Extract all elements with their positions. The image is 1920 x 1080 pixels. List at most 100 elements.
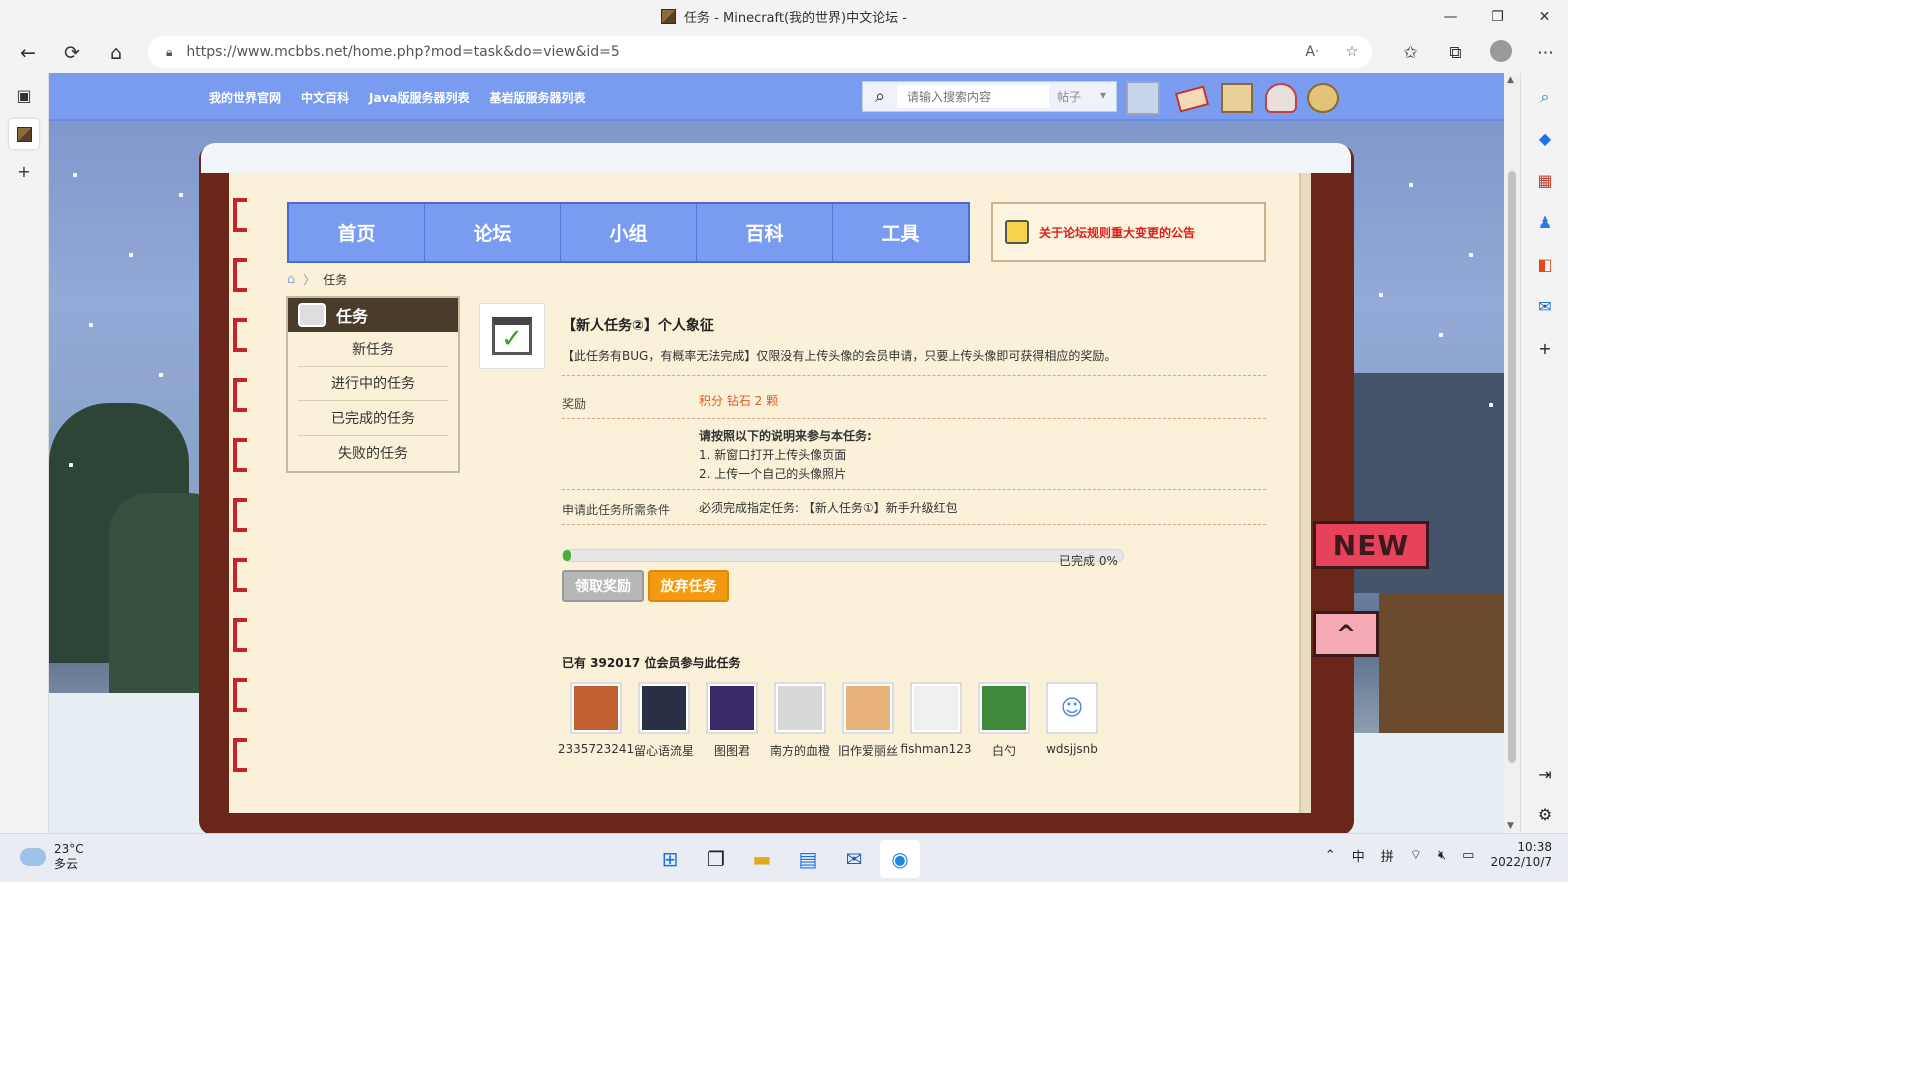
- volume-muted-icon[interactable]: 🔇︎: [1438, 848, 1446, 863]
- task-view-icon[interactable]: ❐: [696, 840, 736, 878]
- edge-browser-icon[interactable]: ◉: [880, 840, 920, 878]
- back-button[interactable]: ←: [6, 35, 50, 71]
- search-input[interactable]: [897, 85, 1049, 108]
- menu-item-failed[interactable]: 失败的任务: [298, 436, 448, 471]
- more-menu-icon[interactable]: ⋯: [1523, 43, 1568, 63]
- instruction-step-1[interactable]: 1. 新窗口打开上传头像页面: [699, 446, 872, 465]
- search-sidebar-icon[interactable]: ⌕: [1521, 79, 1569, 115]
- new-ribbon-button[interactable]: NEW: [1313, 521, 1429, 569]
- active-tab-icon[interactable]: [9, 119, 39, 149]
- member-item[interactable]: 留心语流星: [630, 682, 698, 759]
- avatar[interactable]: [706, 682, 758, 734]
- home-icon[interactable]: ⌂: [287, 272, 295, 287]
- member-list: 2335723241 留心语流星 图图君 南方的血橙 旧作爱丽丝 fishman…: [558, 682, 1106, 759]
- back-to-top-button[interactable]: ^: [1313, 611, 1379, 657]
- link-wiki[interactable]: 中文百科: [301, 89, 349, 106]
- search-icon[interactable]: ⌕: [863, 86, 897, 107]
- announcement-link[interactable]: 关于论坛规则重大变更的公告: [1039, 224, 1195, 241]
- favorites-icon[interactable]: ✩: [1388, 43, 1433, 63]
- close-button[interactable]: ✕: [1521, 0, 1568, 33]
- member-name[interactable]: 南方的血橙: [770, 742, 830, 759]
- tab-forum[interactable]: 论坛: [425, 204, 561, 261]
- battery-icon[interactable]: ▭: [1462, 848, 1474, 863]
- member-name[interactable]: 留心语流星: [634, 742, 694, 759]
- refresh-button[interactable]: ⟳: [50, 35, 94, 71]
- abandon-task-button[interactable]: 放弃任务: [648, 570, 729, 602]
- claim-reward-button[interactable]: 领取奖励: [562, 570, 644, 602]
- avatar-image: [778, 686, 822, 730]
- scrollbar-thumb[interactable]: [1508, 171, 1516, 763]
- gift-box-icon[interactable]: [1221, 83, 1253, 113]
- start-menu-icon[interactable]: ⊞: [650, 840, 690, 878]
- scroll-down-arrow-icon[interactable]: ▼: [1507, 821, 1514, 831]
- new-tab-icon[interactable]: +: [9, 157, 39, 187]
- avatar[interactable]: [978, 682, 1030, 734]
- menu-item-in-progress[interactable]: 进行中的任务: [298, 367, 448, 401]
- home-button[interactable]: ⌂: [94, 35, 138, 71]
- avatar[interactable]: [774, 682, 826, 734]
- microsoft-store-icon[interactable]: ▤: [788, 840, 828, 878]
- member-item[interactable]: 白勺: [970, 682, 1038, 759]
- tab-actions-icon[interactable]: ▣: [9, 81, 39, 111]
- add-favorite-icon[interactable]: ☆: [1332, 44, 1372, 60]
- search-scope-select[interactable]: 帖子 ▾: [1049, 88, 1116, 105]
- file-explorer-icon[interactable]: ▬: [742, 840, 782, 878]
- mail-app-icon[interactable]: ✉: [834, 840, 874, 878]
- avatar[interactable]: ☺: [1046, 682, 1098, 734]
- member-item[interactable]: 旧作爱丽丝: [834, 682, 902, 759]
- tab-wiki[interactable]: 百科: [697, 204, 833, 261]
- link-java-servers[interactable]: Java版服务器列表: [369, 89, 469, 106]
- wifi-icon[interactable]: ⌔: [1410, 847, 1422, 863]
- member-name[interactable]: fishman123: [901, 742, 972, 756]
- link-minecraft-official[interactable]: 我的世界官网: [209, 89, 281, 106]
- book-snow-top: [201, 143, 1351, 173]
- address-bar[interactable]: 🔒︎ https://www.mcbbs.net/home.php?mod=ta…: [148, 36, 1372, 68]
- member-item[interactable]: 南方的血橙: [766, 682, 834, 759]
- ime-pinyin-indicator[interactable]: 拼: [1381, 846, 1394, 865]
- avatar[interactable]: [570, 682, 622, 734]
- member-name[interactable]: 白勺: [992, 742, 1016, 759]
- palette-icon[interactable]: [1307, 83, 1339, 113]
- clock[interactable]: 10:38 2022/10/7: [1490, 840, 1552, 870]
- member-name[interactable]: 图图君: [714, 742, 750, 759]
- link-bedrock-servers[interactable]: 基岩版服务器列表: [490, 89, 586, 106]
- tab-group[interactable]: 小组: [561, 204, 697, 261]
- collections-icon[interactable]: ⧉: [1433, 43, 1478, 63]
- tab-tools[interactable]: 工具: [833, 204, 968, 261]
- member-name[interactable]: 2335723241: [558, 742, 634, 756]
- breadcrumb-current: 任务: [323, 273, 348, 287]
- title-bar: 任务 - Minecraft(我的世界)中文论坛 - — ❐ ✕: [0, 0, 1568, 33]
- outlook-icon[interactable]: ✉: [1521, 289, 1569, 325]
- member-item[interactable]: ☺ wdsjjsnb: [1038, 682, 1106, 759]
- scroll-up-arrow-icon[interactable]: ▲: [1507, 75, 1514, 85]
- add-sidebar-app-icon[interactable]: +: [1521, 331, 1569, 367]
- mail-icon[interactable]: [1174, 85, 1210, 113]
- settings-gear-icon[interactable]: ⚙: [1521, 797, 1569, 833]
- member-item[interactable]: fishman123: [901, 682, 972, 759]
- tools-briefcase-icon[interactable]: ▦: [1521, 163, 1569, 199]
- weather-widget[interactable]: 23°C 多云: [20, 842, 84, 872]
- ime-mode-indicator[interactable]: 中: [1352, 846, 1365, 865]
- menu-item-completed[interactable]: 已完成的任务: [298, 401, 448, 436]
- games-icon[interactable]: ♟: [1521, 205, 1569, 241]
- hide-sidebar-icon[interactable]: ⇥: [1521, 757, 1569, 793]
- minimize-button[interactable]: —: [1427, 0, 1474, 33]
- member-name[interactable]: wdsjjsnb: [1046, 742, 1098, 756]
- avatar[interactable]: [842, 682, 894, 734]
- read-aloud-icon[interactable]: Aᐧ: [1292, 44, 1332, 60]
- shopping-tag-icon[interactable]: ◆: [1521, 121, 1569, 157]
- chevron-up-icon[interactable]: ⌃: [1325, 848, 1336, 863]
- tab-home[interactable]: 首页: [289, 204, 425, 261]
- member-name[interactable]: 旧作爱丽丝: [838, 742, 898, 759]
- office-icon[interactable]: ◧: [1521, 247, 1569, 283]
- avatar[interactable]: [638, 682, 690, 734]
- menu-item-new-tasks[interactable]: 新任务: [298, 332, 448, 367]
- maximize-button[interactable]: ❐: [1474, 0, 1521, 33]
- potion-user-icon[interactable]: [1265, 83, 1297, 113]
- member-item[interactable]: 图图君: [698, 682, 766, 759]
- page-scrollbar[interactable]: ▲ ▼: [1504, 73, 1520, 833]
- bilibili-tv-icon[interactable]: [1126, 81, 1160, 115]
- avatar[interactable]: [910, 682, 962, 734]
- profile-icon[interactable]: [1478, 39, 1523, 67]
- member-item[interactable]: 2335723241: [558, 682, 634, 759]
